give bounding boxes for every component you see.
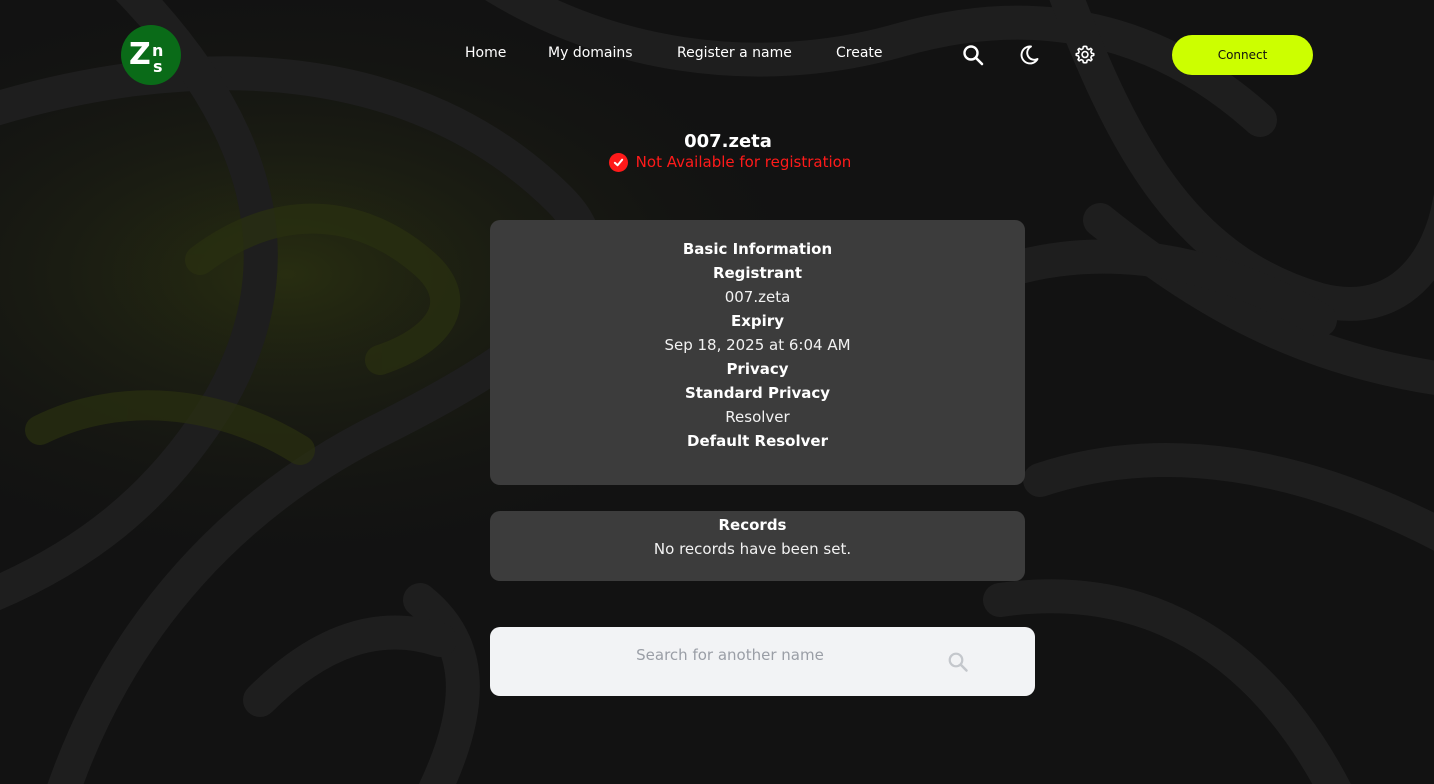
zns-logo[interactable]: Z n s bbox=[121, 25, 181, 85]
search-submit-icon[interactable] bbox=[946, 650, 970, 674]
privacy-value: Standard Privacy bbox=[684, 384, 831, 402]
basic-information-heading: Basic Information bbox=[682, 240, 833, 258]
availability-status-text: Not Available for registration bbox=[635, 153, 852, 171]
basic-information-card: Basic Information Registrant 007.zeta Ex… bbox=[490, 220, 1025, 485]
expiry-value: Sep 18, 2025 at 6:04 AM bbox=[664, 336, 851, 354]
search-icon[interactable] bbox=[961, 43, 985, 67]
availability-status: Not Available for registration bbox=[590, 152, 870, 172]
page: Z n s Home My domains Register a name Cr… bbox=[0, 0, 1434, 784]
check-circle-icon bbox=[608, 152, 628, 172]
connect-button[interactable]: Connect bbox=[1172, 35, 1313, 75]
nav-my-domains-link[interactable]: My domains bbox=[548, 45, 633, 61]
nav-home-link[interactable]: Home bbox=[465, 45, 506, 61]
moon-icon[interactable] bbox=[1017, 43, 1041, 67]
records-empty-text: No records have been set. bbox=[653, 540, 852, 558]
search-input[interactable] bbox=[500, 641, 960, 669]
nav-create-link[interactable]: Create bbox=[836, 45, 883, 61]
registrant-label: Registrant bbox=[712, 264, 803, 282]
logo-letter-z: Z bbox=[129, 37, 151, 72]
privacy-label: Privacy bbox=[726, 360, 789, 378]
resolver-label: Resolver bbox=[725, 408, 790, 426]
gear-icon[interactable] bbox=[1073, 43, 1097, 67]
resolver-value: Default Resolver bbox=[687, 432, 828, 450]
records-card: Records No records have been set. bbox=[490, 511, 1025, 581]
nav-register-link[interactable]: Register a name bbox=[677, 45, 792, 61]
records-heading: Records bbox=[718, 516, 787, 534]
logo-letter-s: s bbox=[153, 57, 163, 76]
expiry-label: Expiry bbox=[731, 312, 784, 330]
logo-mark: Z n s bbox=[129, 37, 163, 76]
domain-name-title: 007.zeta bbox=[684, 131, 772, 152]
registrant-value: 007.zeta bbox=[724, 288, 791, 306]
